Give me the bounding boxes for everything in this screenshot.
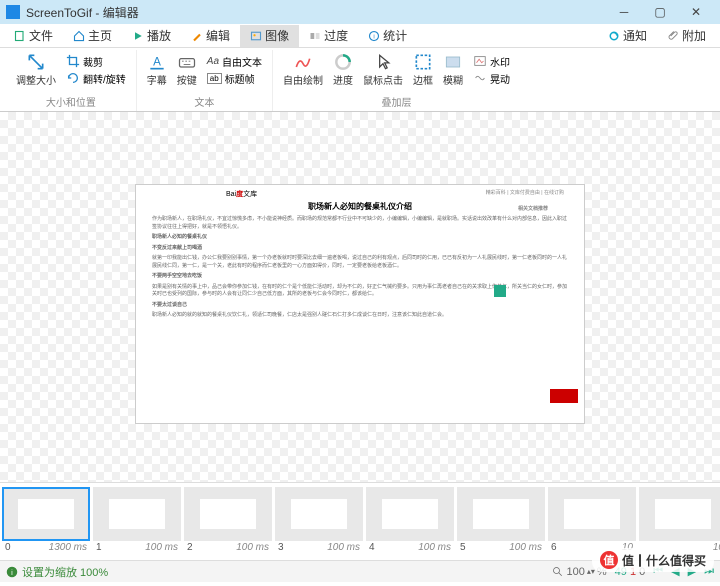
info-icon: i (6, 566, 18, 578)
frame-preview: Bai度文库 精彩百科 | 文库付费自由 | 在线订购 职场新人必知的餐桌礼仪介… (135, 184, 585, 424)
keystrokes-button[interactable]: 按键 (173, 50, 201, 89)
timeline-frame[interactable]: 01300 ms (2, 487, 90, 558)
svg-text:i: i (373, 34, 374, 40)
svg-text:A: A (153, 55, 161, 68)
ribbon-group-text: A字幕 按键 Aa自由文本 ab标题帧 文本 (137, 50, 273, 111)
title-frame-button[interactable]: ab标题帧 (203, 70, 266, 87)
zoom-icon (552, 566, 564, 578)
crop-button[interactable]: 裁剪 (62, 53, 130, 70)
tab-image[interactable]: 图像 (240, 25, 299, 47)
minimize-button[interactable]: ─ (606, 0, 642, 24)
tab-file[interactable]: 文件 (4, 25, 63, 47)
tab-home[interactable]: 主页 (63, 25, 122, 47)
status-message: i 设置为缩放 100% (6, 564, 108, 580)
timeline-frame[interactable]: 3100 ms (275, 487, 363, 558)
notify-button[interactable]: 通知 (598, 25, 657, 47)
timeline-frame[interactable]: 5100 ms (457, 487, 545, 558)
tab-play[interactable]: 播放 (122, 25, 181, 47)
flip-rotate-button[interactable]: 翻转/旋转 (62, 70, 130, 87)
shake-button[interactable]: 晃动 (469, 70, 514, 87)
baidu-logo: Bai度文库 (226, 189, 257, 199)
free-draw-button[interactable]: 自由绘制 (279, 50, 327, 89)
app-icon (6, 5, 20, 19)
doc-sidebar: 相关文档推荐 (518, 205, 578, 212)
timeline-frame[interactable]: 4100 ms (366, 487, 454, 558)
ribbon: 调整大小 裁剪 翻转/旋转 大小和位置 A字幕 按键 Aa自由文本 ab标题帧 … (0, 48, 720, 112)
timeline-frame[interactable]: 2100 ms (184, 487, 272, 558)
title-bar: ScreenToGif - 编辑器 ─ ▢ ✕ (0, 0, 720, 24)
share-badge (494, 285, 506, 297)
doc-action-button (550, 389, 578, 403)
smzdm-watermark: 值 值┃什么值得买 (592, 548, 714, 572)
tab-stats[interactable]: i统计 (358, 25, 417, 47)
border-button[interactable]: 边框 (409, 50, 437, 89)
maximize-button[interactable]: ▢ (642, 0, 678, 24)
doc-nav: 精彩百科 | 文库付费自由 | 在线订购 (486, 189, 564, 196)
tab-transition[interactable]: 过度 (299, 25, 358, 47)
tab-edit[interactable]: 编辑 (181, 25, 240, 47)
caption-button[interactable]: A字幕 (143, 50, 171, 89)
close-button[interactable]: ✕ (678, 0, 714, 24)
window-title: ScreenToGif - 编辑器 (26, 4, 139, 21)
doc-title: 职场新人必知的餐桌礼仪介绍 (152, 201, 568, 212)
canvas-area[interactable]: Bai度文库 精彩百科 | 文库付费自由 | 在线订购 职场新人必知的餐桌礼仪介… (0, 112, 720, 482)
blur-button[interactable]: 模糊 (439, 50, 467, 89)
smzdm-icon: 值 (600, 551, 618, 569)
attach-button[interactable]: 附加 (657, 25, 716, 47)
ribbon-group-size: 调整大小 裁剪 翻转/旋转 大小和位置 (6, 50, 137, 111)
menu-bar: 文件 主页 播放 编辑 图像 过度 i统计 通知 附加 (0, 24, 720, 48)
progress-button[interactable]: 进度 (329, 50, 357, 89)
cursor-click-button[interactable]: 鼠标点击 (359, 50, 407, 89)
resize-button[interactable]: 调整大小 (12, 50, 60, 89)
timeline-frame[interactable]: 1100 ms (93, 487, 181, 558)
ribbon-group-overlay: 自由绘制 进度 鼠标点击 边框 模糊 水印 晃动 叠加层 (273, 50, 520, 111)
watermark-button[interactable]: 水印 (469, 53, 514, 70)
free-text-button[interactable]: Aa自由文本 (203, 53, 266, 70)
